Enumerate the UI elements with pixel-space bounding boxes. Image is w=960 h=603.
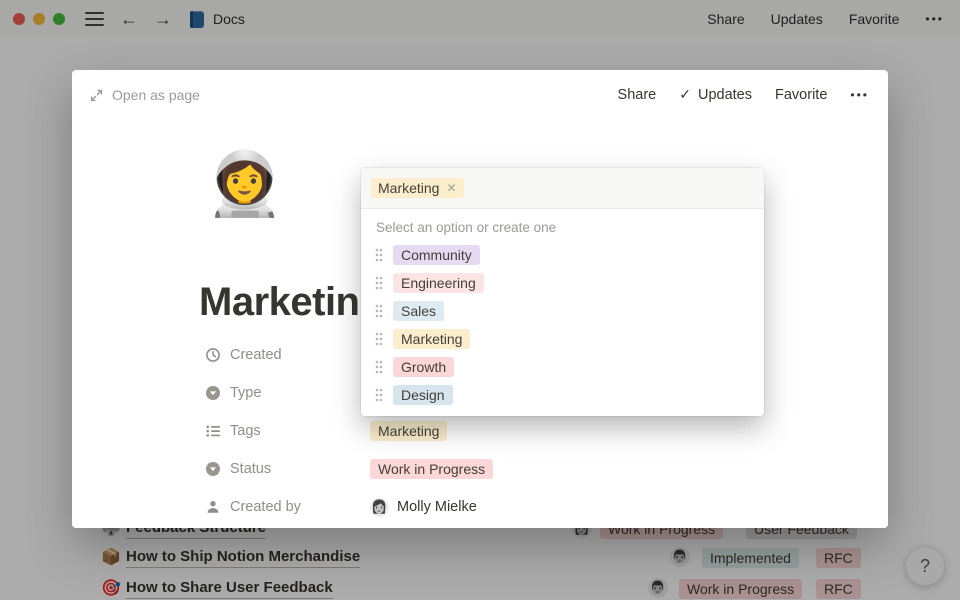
property-value-created-by[interactable]: 👩 Molly Mielke [370,498,477,517]
modal-updates-label: Updates [698,87,752,103]
tag-badge: Engineering [393,273,484,293]
dropdown-option-engineering[interactable]: Engineering [361,269,764,297]
checkmark-icon: ✓ [679,86,691,103]
dropdown-hint-text: Select an option or create one [361,209,764,237]
drag-handle-icon[interactable] [375,360,383,374]
property-label: Type [230,385,261,401]
dropdown-option-growth[interactable]: Growth [361,353,764,381]
avatar: 👩 [370,498,389,517]
property-value-tags[interactable]: Marketing [370,421,447,441]
tag-badge: Sales [393,301,444,321]
dropdown-option-sales[interactable]: Sales [361,297,764,325]
property-label: Created [230,347,282,363]
page-title[interactable]: Marketing [199,280,383,325]
open-as-page-button[interactable]: Open as page [90,87,200,103]
dropdown-option-design[interactable]: Design [361,381,764,409]
tag-badge: Growth [393,357,454,377]
selected-tag-label: Marketing [378,180,439,196]
drag-handle-icon[interactable] [375,332,383,346]
selected-tag-chip[interactable]: Marketing ✕ [371,178,464,198]
drag-handle-icon[interactable] [375,388,383,402]
status-badge[interactable]: Work in Progress [370,459,493,479]
property-value-status[interactable]: Work in Progress [370,459,493,479]
property-label: Tags [230,423,261,439]
drag-handle-icon[interactable] [375,304,383,318]
modal-share-button[interactable]: Share [618,87,657,103]
select-dropdown-icon [205,461,221,477]
clock-icon [205,347,221,363]
dropdown-option-community[interactable]: Community [361,241,764,269]
property-row-status[interactable]: Status Work in Progress [205,450,493,488]
tag-select-dropdown: Marketing ✕ Select an option or create o… [361,168,764,416]
modal-favorite-button[interactable]: Favorite [775,87,827,103]
select-dropdown-icon [205,385,221,401]
expand-diagonal-icon [90,89,103,102]
tag-badge: Marketing [393,329,470,349]
drag-handle-icon[interactable] [375,276,383,290]
tag-badge[interactable]: Marketing [370,421,447,441]
multi-select-list-icon [205,423,221,439]
open-as-page-label: Open as page [112,87,200,103]
dropdown-option-marketing[interactable]: Marketing [361,325,764,353]
tag-input-area[interactable]: Marketing ✕ [361,168,764,209]
drag-handle-icon[interactable] [375,248,383,262]
property-label: Status [230,461,271,477]
dropdown-option-list: Community Engineering Sales Marketing Gr… [361,237,764,416]
property-label: Created by [230,499,301,515]
property-row-created-by[interactable]: Created by 👩 Molly Mielke [205,488,493,526]
tag-badge: Community [393,245,480,265]
person-icon [205,499,221,515]
page-icon-emoji[interactable]: 👩‍🚀 [206,154,283,216]
modal-updates-button[interactable]: ✓ Updates [679,86,752,103]
person-name: Molly Mielke [397,499,477,515]
tag-badge: Design [393,385,453,405]
modal-more-button[interactable]: ••• [850,88,869,102]
property-row-tags[interactable]: Tags Marketing [205,412,493,450]
remove-tag-icon[interactable]: ✕ [446,182,456,194]
